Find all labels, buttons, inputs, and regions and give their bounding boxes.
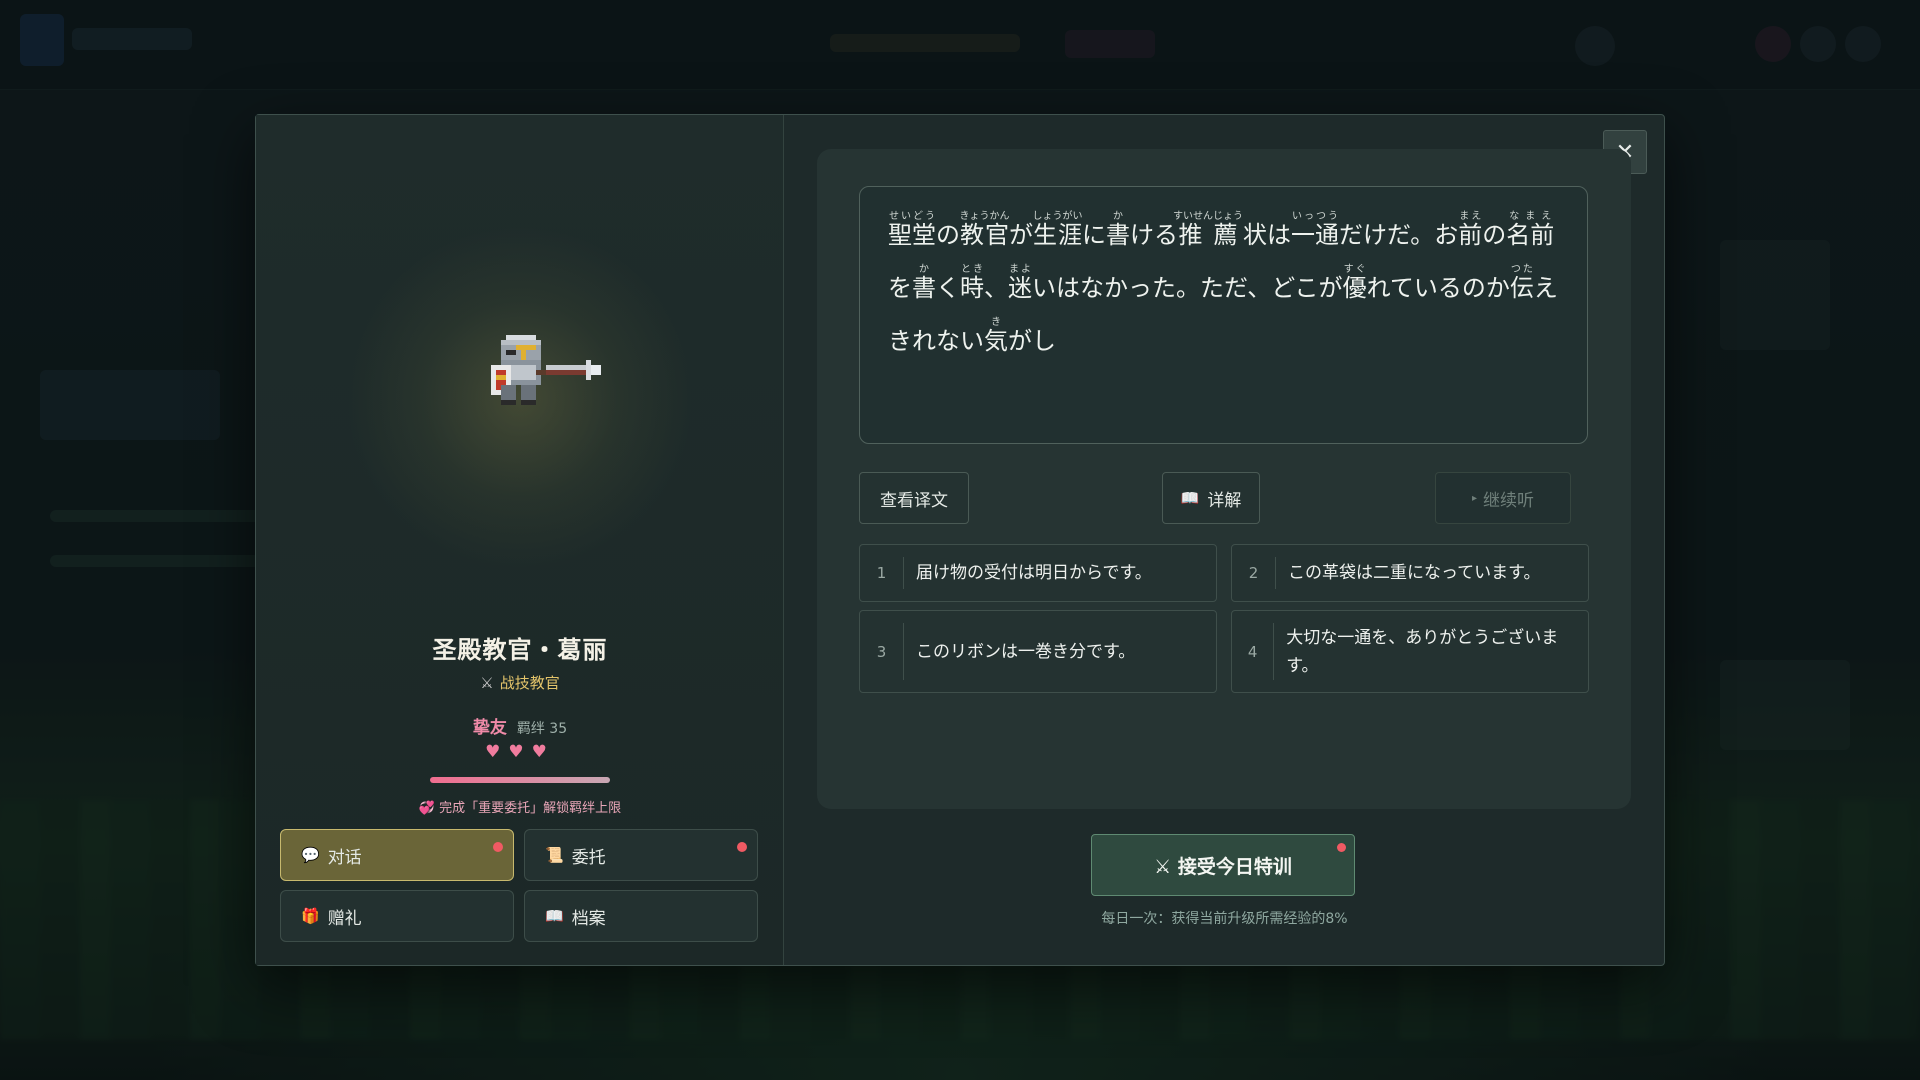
furigana: つた — [1509, 264, 1534, 275]
npc-dialog-modal: 圣殿教官・葛丽 ⚔ 战技教官 挚友 羁绊 35 ♥♥♥ 💞 完成「重要委托」解锁羁绊… — [255, 114, 1665, 966]
training-note: 每日一次：获得当前升级所需经验的8% — [1101, 911, 1348, 927]
bond-progress-bar — [430, 777, 610, 783]
notification-dot — [737, 842, 747, 852]
dialogue-fragment: の — [1482, 221, 1507, 249]
scroll-icon: 📜 — [545, 846, 564, 864]
dialogue-word[interactable]: 推薦すいせんじょう — [1173, 211, 1243, 249]
option-text: 大切な一通を、ありがとうございます。 — [1286, 627, 1559, 676]
tab-gift[interactable]: 🎁 赠礼 — [280, 890, 514, 942]
dialogue-word[interactable]: 伝つた — [1510, 264, 1534, 302]
furigana: すいせんじょう — [1173, 211, 1243, 222]
reply-option[interactable]: 4 大切な一通を、ありがとうございます。 — [1231, 610, 1589, 693]
option-number: 2 — [1232, 557, 1276, 589]
dialogue-word[interactable]: 前まえ — [1458, 211, 1482, 249]
bond-points: 羁绊 35 — [516, 721, 568, 737]
furigana: すぐ — [1342, 264, 1367, 275]
dialogue-word[interactable]: 生涯しょうがい — [1033, 211, 1083, 249]
option-text: 届け物の受付は明日からです。 — [916, 563, 1152, 583]
continue-label: 继续听 — [1483, 490, 1535, 511]
reply-option[interactable]: 3 このリボンは一巻き分です。 — [859, 610, 1217, 693]
dialogue-fragment: がし — [1008, 327, 1056, 355]
furigana: とき — [960, 264, 984, 275]
furigana: か — [912, 264, 936, 275]
dialogue-fragment: に — [1082, 221, 1106, 249]
character-role-label: 战技教官 — [499, 674, 560, 692]
dialogue-fragment: 、 — [984, 274, 1008, 302]
furigana: まえ — [1458, 211, 1483, 222]
option-text: このリボンは一巻き分です。 — [916, 641, 1136, 662]
dialogue-panel: ✕ 聖堂せいどうの教官きょうかんが生涯しょうがいに書かける推薦すいせんじょう状は… — [784, 115, 1664, 965]
dialogue-word[interactable]: 優すぐ — [1343, 264, 1367, 302]
dialogue-word[interactable]: 状 — [1243, 221, 1267, 249]
notification-dot — [1337, 843, 1346, 852]
character-panel: 圣殿教官・葛丽 ⚔ 战技教官 挚友 羁绊 35 ♥♥♥ 💞 完成「重要委托」解锁羁绊… — [256, 115, 784, 965]
reply-option[interactable]: 1 届け物の受付は明日からです。 — [859, 544, 1217, 602]
tab-dialogue[interactable]: 💬 对话 — [280, 829, 514, 881]
dialogue-fragment: く — [936, 274, 960, 302]
notification-dot — [493, 842, 503, 852]
furigana: いっつう — [1291, 211, 1339, 222]
dialogue-fragment: れているのか — [1366, 274, 1510, 302]
tab-archive[interactable]: 📖 档案 — [524, 890, 758, 942]
knight-sprite — [491, 335, 601, 405]
dialogue-word[interactable]: 気き — [984, 317, 1008, 355]
book-icon: 📖 — [1180, 489, 1200, 507]
dialogue-fragment: ける — [1130, 221, 1178, 249]
dialogue-word[interactable]: 聖堂せいどう — [888, 211, 936, 249]
heart-icons: ♥♥♥ — [485, 742, 555, 762]
furigana: しょうがい — [1032, 211, 1083, 222]
dialogue-fragment: を — [888, 274, 912, 302]
gift-icon: 🎁 — [301, 907, 320, 925]
option-number: 1 — [860, 557, 904, 589]
dialogue-word[interactable]: 書か — [912, 264, 936, 302]
character-role: ⚔ 战技教官 — [256, 672, 784, 693]
detail-label: 详解 — [1207, 490, 1242, 511]
train-label: ⚔ 接受今日特训 — [1154, 855, 1292, 878]
tab-label: 对话 — [327, 847, 362, 868]
furigana: か — [1106, 211, 1130, 222]
dialogue-word[interactable]: 迷まよ — [1008, 264, 1032, 302]
play-icon: ▸ — [1471, 492, 1478, 504]
furigana: きょうかん — [959, 211, 1010, 222]
dialogue-fragment: は — [1267, 221, 1291, 249]
continue-listening-button[interactable]: ▸ 继续听 — [1435, 472, 1571, 524]
accept-daily-training-button[interactable]: ⚔ 接受今日特训 — [1091, 834, 1355, 896]
book-icon: 📖 — [545, 907, 564, 925]
option-text: この革袋は二重になっています。 — [1288, 563, 1541, 583]
dialogue-word[interactable]: 名前なまえ — [1506, 211, 1554, 249]
dialogue-text-box[interactable]: 聖堂せいどうの教官きょうかんが生涯しょうがいに書かける推薦すいせんじょう状は一通… — [859, 186, 1588, 444]
bond-level: 挚友 — [472, 718, 507, 738]
reply-option[interactable]: 2 この革袋は二重になっています。 — [1231, 544, 1589, 602]
furigana: まよ — [1008, 264, 1032, 275]
bond-unlock-hint: 💞 完成「重要委托」解锁羁绊上限 — [418, 801, 622, 816]
speech-bubble-icon: 💬 — [301, 846, 320, 864]
option-number: 3 — [860, 623, 904, 680]
dialogue-word[interactable]: 時とき — [960, 264, 984, 302]
dialogue-word[interactable]: 教官きょうかん — [960, 211, 1010, 249]
furigana: せいどう — [888, 211, 936, 222]
tab-label: 赠礼 — [327, 908, 362, 929]
furigana: き — [984, 317, 1008, 328]
dialogue-fragment: の — [936, 221, 960, 249]
view-translation-button[interactable]: 查看译文 — [859, 472, 969, 524]
furigana: なまえ — [1506, 211, 1555, 222]
dialogue-fragment: だけだ。お — [1339, 221, 1459, 249]
dialogue-fragment: いはなかった。ただ、どこが — [1032, 274, 1343, 302]
dialogue-word[interactable]: 一通いっつう — [1291, 211, 1339, 249]
dialogue-word[interactable]: 書か — [1106, 211, 1130, 249]
tab-label: 委托 — [571, 847, 606, 868]
dialogue-fragment: が — [1009, 221, 1033, 249]
dialogue-text: 聖堂せいどうの教官きょうかんが生涯しょうがいに書かける推薦すいせんじょう状は一通… — [888, 209, 1561, 368]
dialogue-area: 聖堂せいどうの教官きょうかんが生涯しょうがいに書かける推薦すいせんじょう状は一通… — [817, 149, 1631, 809]
character-name: 圣殿教官・葛丽 — [432, 636, 608, 664]
detail-button[interactable]: 📖 详解 — [1162, 472, 1260, 524]
option-number: 4 — [1232, 623, 1275, 680]
tab-commission[interactable]: 📜 委托 — [524, 829, 758, 881]
bond-progress-fill — [430, 777, 610, 783]
bond-status: 挚友 羁绊 35 — [256, 713, 784, 738]
crossed-swords-icon: ⚔ — [480, 674, 494, 692]
tab-label: 档案 — [571, 908, 606, 929]
